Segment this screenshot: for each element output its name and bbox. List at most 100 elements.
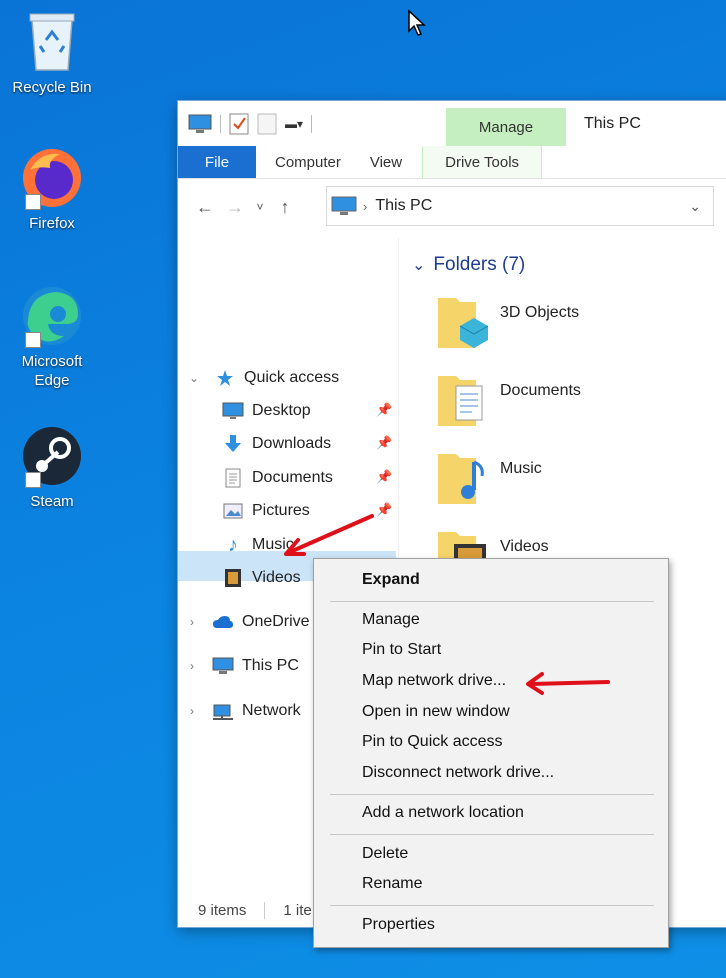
shortcut-overlay-icon (25, 194, 41, 210)
tree-label: OneDrive (242, 613, 310, 630)
menu-item-disconnect-network-drive[interactable]: Disconnect network drive... (362, 760, 554, 786)
properties-icon[interactable] (229, 113, 249, 135)
desktop-icon-recycle-bin[interactable]: Recycle Bin (7, 8, 97, 97)
this-pc-icon (212, 656, 234, 676)
group-collapse-chevron-icon[interactable]: ⌄ (412, 255, 425, 275)
annotation-arrow-this-pc (284, 514, 374, 556)
tree-videos[interactable]: Videos (222, 566, 301, 590)
recent-locations-chevron-icon[interactable]: ˅ (250, 200, 270, 214)
menu-item-pin-to-start[interactable]: Pin to Start (362, 637, 441, 663)
network-icon (212, 701, 234, 721)
menu-item-manage[interactable]: Manage (362, 607, 420, 633)
3d-objects-folder-icon (438, 298, 489, 348)
tree-onedrive[interactable]: › OneDrive (190, 610, 310, 634)
firefox-label: Firefox (29, 215, 75, 232)
menu-item-map-network-drive[interactable]: Map network drive... (362, 668, 506, 694)
expand-chevron-icon[interactable]: › (184, 704, 200, 718)
menu-separator (330, 794, 654, 795)
mouse-cursor-icon (408, 9, 426, 36)
tree-label: Desktop (252, 402, 311, 419)
up-arrow-icon[interactable]: ↑ (270, 197, 300, 218)
tree-desktop[interactable]: Desktop (222, 399, 311, 423)
menu-item-rename[interactable]: Rename (362, 871, 422, 897)
address-bar[interactable]: › This PC ⌄ (326, 186, 714, 226)
annotation-arrow-map-network-drive (526, 672, 610, 695)
selected-count: 1 ite (283, 902, 312, 919)
back-arrow-icon[interactable]: ← (190, 197, 220, 218)
documents-folder-icon (438, 376, 483, 426)
tree-label: Network (242, 702, 301, 719)
desktop-icon-steam[interactable]: Steam (7, 424, 97, 511)
folder-music[interactable]: Music (436, 448, 726, 520)
download-arrow-icon (222, 434, 244, 454)
tab-drive-tools[interactable]: Drive Tools (422, 146, 543, 178)
star-icon (214, 368, 236, 388)
menu-separator (330, 601, 654, 602)
toolbar-divider (220, 114, 221, 133)
status-bar: 9 items 1 ite (198, 902, 312, 919)
desktop-icon-edge[interactable]: Microsoft Edge (7, 284, 97, 390)
recycle-bin-label: Recycle Bin (12, 79, 92, 96)
steam-label: Steam (30, 493, 74, 510)
status-divider (264, 902, 266, 919)
folder-name: Music (500, 460, 542, 477)
collapse-chevron-icon[interactable]: ⌄ (186, 371, 202, 385)
tree-label: Quick access (244, 369, 340, 386)
this-pc-icon (331, 196, 357, 215)
music-note-icon: ♪ (228, 533, 238, 556)
computer-icon[interactable] (188, 114, 212, 134)
folders-group-header[interactable]: ⌄ Folders (7) (412, 254, 525, 276)
menu-item-pin-to-quick-access[interactable]: Pin to Quick access (362, 729, 503, 755)
desktop-folder-icon (222, 401, 244, 421)
folder-name: Videos (500, 538, 549, 555)
address-path[interactable]: This PC (375, 197, 432, 215)
tree-documents[interactable]: Documents (222, 466, 333, 490)
context-menu: Expand Manage Pin to Start Map network d… (313, 558, 669, 948)
new-folder-icon[interactable] (257, 113, 277, 135)
menu-item-properties[interactable]: Properties (362, 912, 435, 938)
tab-file[interactable]: File (178, 146, 256, 178)
folder-documents[interactable]: Documents (436, 370, 726, 442)
tree-label: Videos (252, 569, 301, 586)
music-folder-icon (438, 454, 484, 504)
tree-network[interactable]: › Network (190, 699, 301, 723)
manage-context-tab[interactable]: Manage (446, 108, 566, 146)
tree-label: This PC (242, 657, 299, 674)
shortcut-overlay-icon (25, 332, 41, 348)
tab-computer[interactable]: Computer (256, 146, 360, 178)
expand-chevron-icon[interactable]: › (184, 615, 200, 629)
cloud-icon (212, 612, 234, 632)
tree-quick-access[interactable]: ⌄ Quick access (189, 366, 340, 390)
menu-item-delete[interactable]: Delete (362, 841, 408, 867)
menu-separator (330, 905, 654, 906)
pin-icon[interactable]: 📌 (376, 435, 392, 451)
film-strip-icon (222, 568, 244, 588)
customize-toolbar-icon[interactable]: ▬▾ (285, 117, 303, 131)
forward-arrow-icon[interactable]: → (220, 197, 250, 218)
tree-label: Documents (252, 469, 333, 486)
ribbon-tabs: File Computer View Drive Tools (178, 146, 726, 179)
expand-chevron-icon[interactable]: › (184, 659, 200, 673)
document-icon (222, 468, 244, 488)
menu-item-expand[interactable]: Expand (362, 567, 420, 593)
folders-group-title: Folders (7) (433, 254, 526, 275)
tree-downloads[interactable]: Downloads (222, 432, 331, 456)
folder-name: 3D Objects (500, 304, 580, 321)
breadcrumb-chevron-icon[interactable]: › (363, 199, 367, 214)
menu-item-open-in-new-window[interactable]: Open in new window (362, 699, 510, 725)
menu-separator (330, 834, 654, 835)
address-dropdown-icon[interactable]: ⌄ (689, 198, 701, 215)
tab-view[interactable]: View (360, 146, 412, 178)
edge-label: Microsoft Edge (21, 353, 83, 389)
tree-this-pc[interactable]: › This PC (190, 654, 299, 678)
shortcut-overlay-icon (25, 472, 41, 488)
menu-item-add-network-location[interactable]: Add a network location (362, 800, 524, 826)
item-count: 9 items (198, 902, 247, 919)
pin-icon[interactable]: 📌 (376, 469, 392, 485)
pin-icon[interactable]: 📌 (376, 402, 392, 418)
window-title: This PC (584, 115, 641, 132)
recycle-bin-icon (29, 13, 75, 71)
folder-3d-objects[interactable]: 3D Objects (436, 292, 726, 364)
desktop-icon-firefox[interactable]: Firefox (7, 146, 97, 233)
folder-name: Documents (500, 382, 581, 399)
